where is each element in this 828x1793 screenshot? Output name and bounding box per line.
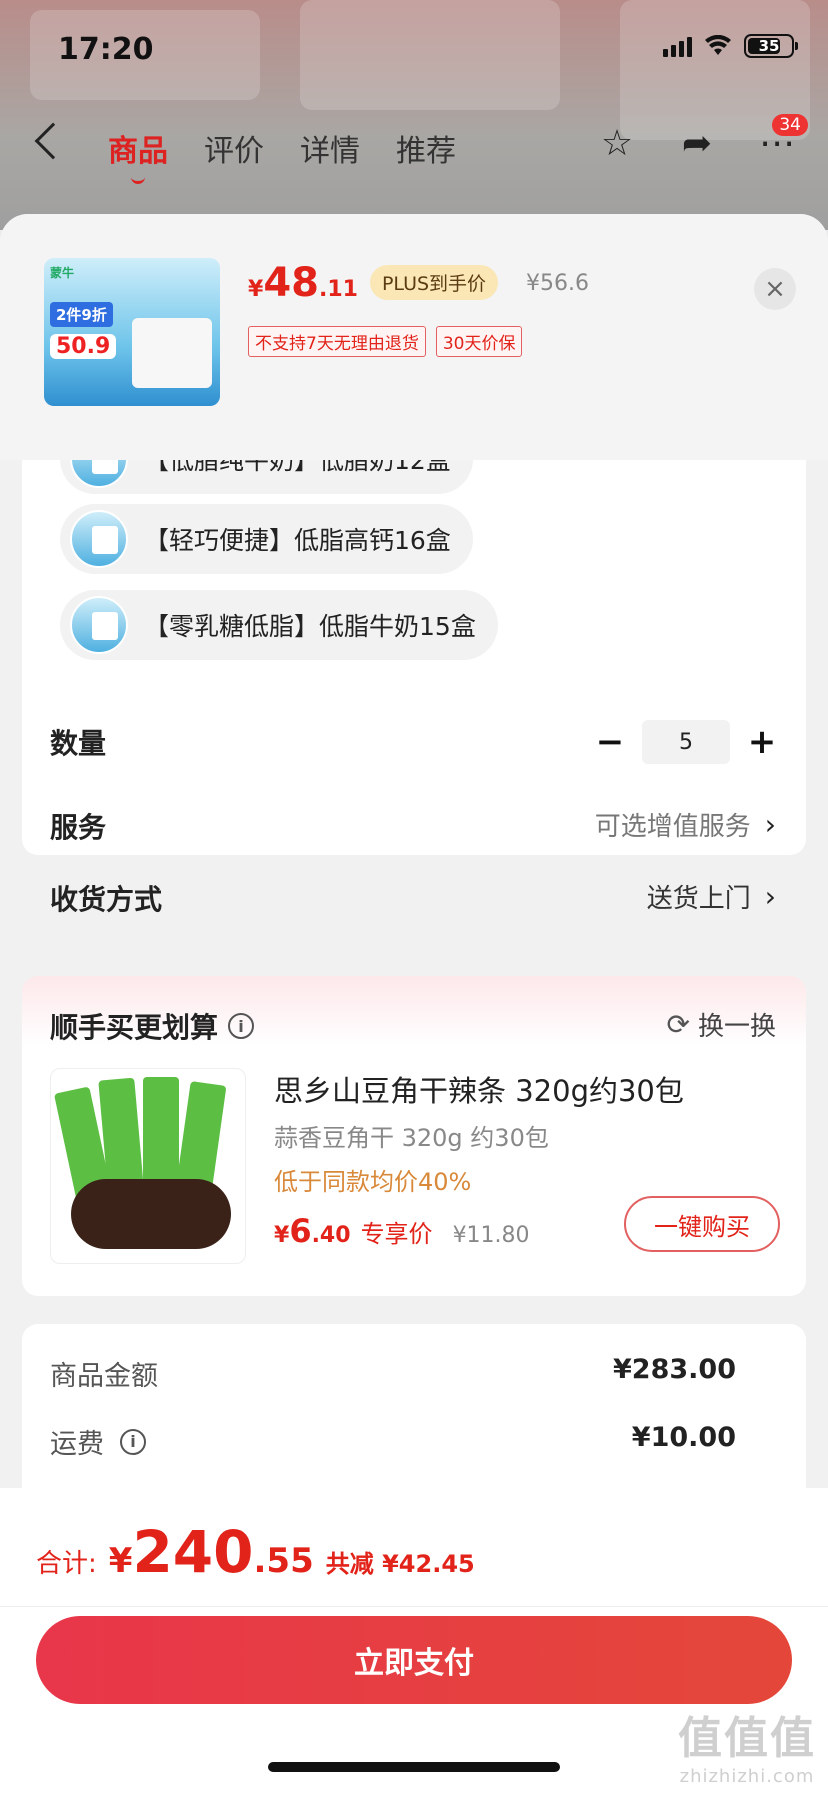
more-icon[interactable]: ⋯ 34 [756, 114, 808, 164]
variant-thumbnail [70, 596, 128, 654]
refresh-icon: ⟳ [666, 1008, 690, 1041]
shipping-label: 运费 i [50, 1422, 146, 1461]
status-icons: 35 [663, 34, 798, 58]
notification-badge: 34 [772, 114, 808, 136]
recommend-card: 顺手买更划算 i ⟳ 换一换 思乡山豆角干辣条 320g约30包 蒜香豆角干 3… [22, 976, 806, 1296]
total-label: 合计: [36, 1549, 97, 1579]
price-integer: 6 [289, 1212, 312, 1250]
promo-tag: 2件9折 [50, 302, 113, 327]
price-currency: ¥ [248, 277, 264, 302]
quantity-value[interactable]: 5 [642, 720, 730, 764]
original-price: ¥56.6 [526, 271, 590, 296]
delivery-label: 收货方式 [50, 883, 163, 916]
variant-label: 【零乳糖低脂】低脂牛奶15盒 [144, 612, 476, 641]
service-label: 服务 [50, 811, 107, 844]
tab-details[interactable]: 详情 [300, 126, 360, 170]
service-value: 可选增值服务 [594, 812, 751, 842]
variant-thumbnail [70, 510, 128, 568]
quantity-stepper: − 5 + [590, 720, 782, 764]
divider [0, 1606, 828, 1607]
recommend-product-name[interactable]: 思乡山豆角干辣条 320g约30包 [274, 1068, 684, 1110]
checkout-bar: 合计: ¥ 240 .55 共减 ¥42.45 立即支付 值值值 zhizhiz… [0, 1488, 828, 1793]
price-integer: 48 [263, 260, 319, 306]
favorite-star-icon[interactable]: ☆ [596, 122, 638, 164]
goods-amount-value: ¥283.00 [613, 1354, 736, 1385]
status-bar: 17:20 35 [0, 0, 828, 100]
nav-tabs: 商品 评价 详情 推荐 [108, 126, 456, 170]
total-row: 合计: ¥ 240 .55 共减 ¥42.45 [36, 1518, 475, 1586]
sheet-header: 蒙牛 2件9折 50.9 ¥ 48 .11 PLUS到手价 ¥56.6 不支持7… [0, 214, 828, 460]
variant-option[interactable]: 【轻巧便捷】低脂高钙16盒 [60, 504, 473, 574]
back-icon[interactable] [34, 122, 72, 160]
plus-price-badge: PLUS到手价 [369, 265, 499, 300]
watermark: 值值值 zhizhizhi.com [678, 1713, 816, 1787]
refresh-button[interactable]: ⟳ 换一换 [667, 1006, 776, 1043]
shipping-value: ¥10.00 [631, 1422, 736, 1453]
no-return-tag: 不支持7天无理由退货 [248, 326, 426, 357]
original-price: ¥11.80 [452, 1223, 530, 1248]
increase-button[interactable]: + [742, 722, 782, 762]
price-decimal: .40 [311, 1223, 351, 1248]
recommend-product-image[interactable] [50, 1068, 246, 1264]
decrease-button[interactable]: − [590, 722, 630, 762]
info-icon[interactable]: i [120, 1428, 146, 1455]
thumb-price: 50.9 [50, 334, 117, 359]
home-indicator [268, 1762, 560, 1772]
goods-amount-label: 商品金额 [50, 1361, 158, 1392]
variant-label: 【轻巧便捷】低脂高钙16盒 [144, 526, 451, 555]
recommend-product-spec: 蒜香豆角干 320g 约30包 [274, 1124, 549, 1152]
recommend-price-row: ¥ 6 .40 专享价 ¥11.80 [274, 1212, 530, 1250]
chevron-right-icon: › [764, 808, 776, 841]
price-decimal: .11 [318, 277, 358, 302]
tab-recommend[interactable]: 推荐 [396, 126, 456, 170]
product-thumbnail: 蒙牛 2件9折 50.9 [44, 258, 220, 406]
chevron-right-icon: › [764, 880, 776, 913]
delivery-selector[interactable]: 送货上门 › [647, 878, 776, 915]
milk-box-image [132, 318, 212, 388]
total-decimal: .55 [253, 1541, 314, 1581]
options-card: 【低脂纯牛奶】低脂奶12盒 【轻巧便捷】低脂高钙16盒 【零乳糖低脂】低脂牛奶1… [22, 424, 806, 916]
recommend-title: 顺手买更划算 i [50, 1006, 255, 1046]
wifi-icon [705, 35, 731, 55]
info-icon[interactable]: i [228, 1013, 255, 1039]
one-click-buy-button[interactable]: 一键购买 [624, 1196, 780, 1252]
battery-icon: 35 [744, 34, 798, 58]
tab-reviews[interactable]: 评价 [204, 126, 264, 170]
price-currency: ¥ [274, 1223, 290, 1248]
price-row: ¥ 48 .11 PLUS到手价 ¥56.6 [248, 260, 589, 306]
total-integer: 240 [132, 1518, 254, 1586]
brand-logo: 蒙牛 [50, 266, 75, 280]
pay-now-button[interactable]: 立即支付 [36, 1616, 792, 1704]
signal-icon [663, 35, 692, 57]
exclusive-price-label: 专享价 [360, 1220, 433, 1248]
share-icon[interactable]: ➦ [676, 122, 718, 164]
recommend-deal-text: 低于同款均价40% [274, 1168, 472, 1196]
status-time: 17:20 [58, 32, 154, 67]
total-currency: ¥ [108, 1541, 133, 1581]
policy-tags: 不支持7天无理由退货 30天价保 [248, 326, 523, 357]
delivery-value: 送货上门 [646, 884, 751, 914]
close-button[interactable]: × [754, 268, 796, 310]
price-protect-tag: 30天价保 [435, 326, 523, 357]
variant-option[interactable]: 【零乳糖低脂】低脂牛奶15盒 [60, 590, 498, 660]
nav-actions: ☆ ➦ ⋯ 34 [596, 114, 808, 164]
tab-product[interactable]: 商品 [108, 126, 168, 170]
product-nav-bar: 商品 评价 详情 推荐 ☆ ➦ ⋯ 34 [0, 112, 828, 182]
total-discount: 共减 ¥42.45 [325, 1550, 475, 1578]
quantity-label: 数量 [50, 727, 107, 760]
service-selector[interactable]: 可选增值服务 › [595, 806, 776, 843]
